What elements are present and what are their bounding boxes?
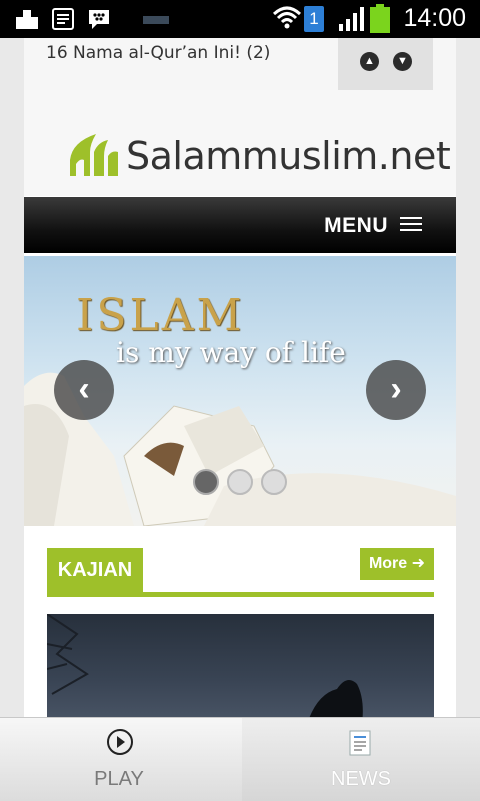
arrow-up-icon[interactable]: ▲ [360, 52, 379, 71]
menu-label[interactable]: MENU [324, 214, 388, 238]
section-divider [47, 592, 434, 597]
notes-icon [52, 8, 74, 30]
upload-icon [16, 10, 38, 29]
menu-bar[interactable]: MENU [24, 197, 456, 253]
newspaper-icon [349, 730, 371, 756]
clock: 14:00 [403, 4, 466, 32]
sim-icon: 1 [304, 6, 324, 32]
tab-play[interactable]: PLAY [0, 718, 238, 801]
tab-play-label: PLAY [94, 768, 144, 790]
wifi-icon [272, 6, 302, 29]
article-thumbnail[interactable] [46, 613, 434, 718]
sign-in-icon: ➜ [411, 555, 426, 572]
status-bar: 1 14:00 [0, 0, 480, 38]
slide-dot-1[interactable] [193, 469, 219, 495]
ticker-headline[interactable]: 16 Nama al-Qur’an Ini! (2) [46, 43, 270, 63]
play-circle-icon [107, 729, 133, 755]
chevron-right-icon[interactable]: › [366, 360, 426, 420]
image-slider[interactable]: ISLAM is my way of life ‹ › [24, 256, 456, 526]
section-header: KAJIAN More ➜ [47, 548, 434, 598]
chevron-left-icon[interactable]: ‹ [54, 360, 114, 420]
blackberry-icon [89, 10, 109, 29]
usb-icon [143, 16, 169, 24]
arrow-down-icon[interactable]: ▼ [393, 52, 412, 71]
thumbnail-image [46, 613, 363, 718]
bottom-tab-bar: PLAY NEWS [0, 717, 480, 801]
hamburger-icon[interactable] [400, 217, 422, 235]
tab-news[interactable]: NEWS [242, 718, 480, 801]
logo-text: Salammuslim.net [126, 134, 451, 178]
tab-news-label: NEWS [331, 768, 391, 790]
slide-title: ISLAM [76, 290, 245, 341]
section-title: KAJIAN [47, 548, 143, 592]
news-ticker: 16 Nama al-Qur’an Ini! (2) ▲ ▼ [24, 38, 456, 90]
slide-dot-3[interactable] [261, 469, 287, 495]
more-button[interactable]: More ➜ [360, 548, 434, 580]
ticker-controls: ▲ ▼ [338, 38, 433, 90]
slide-dot-2[interactable] [227, 469, 253, 495]
web-page: 16 Nama al-Qur’an Ini! (2) ▲ ▼ Salammusl… [24, 38, 456, 718]
signal-icon [339, 7, 364, 31]
more-label: More [368, 555, 408, 572]
site-header: Salammuslim.net [24, 90, 456, 196]
mosque-logo-icon [70, 134, 118, 176]
battery-icon [370, 4, 390, 33]
sim-badge: 1 [309, 9, 319, 28]
slide-subtitle: is my way of life [116, 336, 346, 369]
